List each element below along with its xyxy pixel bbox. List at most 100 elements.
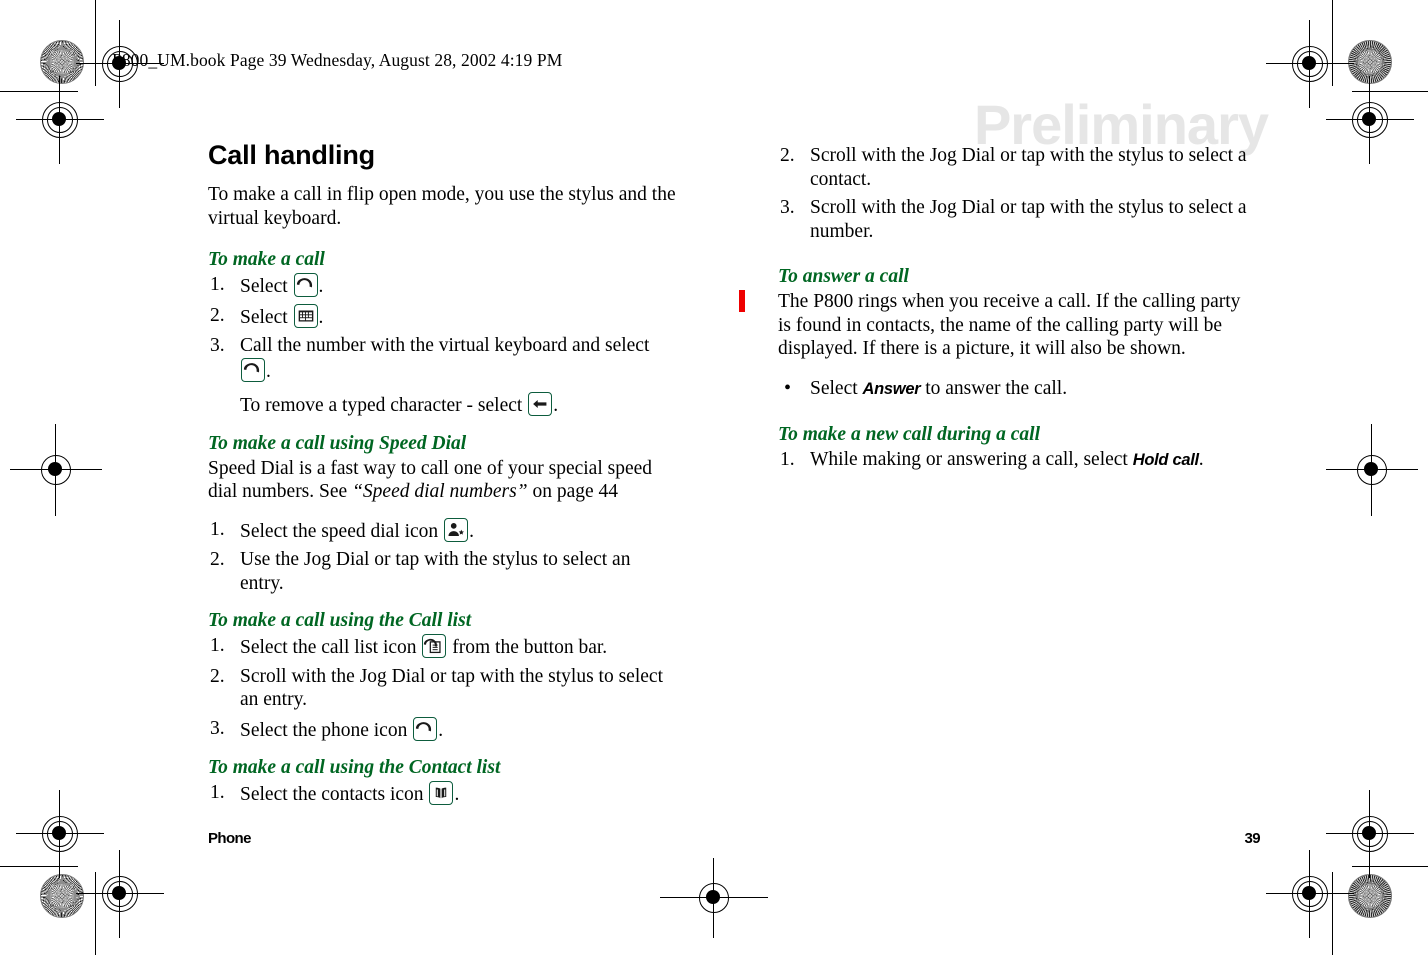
- list-item: 1. Select the contacts icon .: [208, 781, 678, 807]
- call-list-icon[interactable]: [422, 634, 447, 658]
- steps-contact-list: 1. Select the contacts icon .: [208, 781, 678, 807]
- intro-paragraph: To make a call in flip open mode, you us…: [208, 184, 676, 229]
- registration-target-bottom-right-outer: [1326, 790, 1414, 878]
- crop-line-top-left-horizontal: [0, 91, 78, 93]
- step-text-tail: .: [1198, 449, 1204, 470]
- step-text: Scroll with the Jog Dial or tap with the…: [240, 665, 663, 711]
- step-number: 1.: [780, 449, 795, 470]
- subheading-to-make-a-call: To make a call: [208, 249, 325, 270]
- list-item: 2. Use the Jog Dial or tap with the stylu…: [208, 548, 678, 595]
- steps-call-list: 1. Select the call list icon from the but…: [208, 634, 678, 742]
- right-text-column: 2. Scroll with the Jog Dial or tap with t…: [778, 140, 1258, 481]
- bullet-text-tail: to answer the call.: [920, 377, 1068, 399]
- subheading-speed-dial: To make a call using Speed Dial: [208, 432, 467, 454]
- step-text: Call the number with the virtual keyboar…: [240, 335, 650, 356]
- step-number: 2.: [210, 665, 225, 687]
- bullet-text: Select: [810, 377, 863, 399]
- list-item: 3. Scroll with the Jog Dial or tap with t…: [778, 196, 1258, 243]
- subheading-contact-list: To make a call using the Contact list: [208, 757, 501, 778]
- crop-line-bottom-left-horizontal: [0, 866, 78, 868]
- document-page: P800_UM.book Page 39 Wednesday, August 2…: [0, 0, 1428, 955]
- list-item: 3. Select the phone icon .: [208, 716, 678, 743]
- step-number: 1.: [210, 782, 225, 803]
- step-text: Select: [240, 276, 293, 297]
- step-text: Select the contacts icon: [240, 784, 429, 805]
- footer-page-number: 39: [1244, 830, 1261, 847]
- bullets-answer-a-call: • Select Answer to answer the call.: [778, 377, 1258, 402]
- registration-target-left-middle: [10, 424, 102, 516]
- step-text: While making or answering a call, select: [810, 449, 1133, 470]
- revision-change-bar: [739, 290, 745, 312]
- list-item: 2. Scroll with the Jog Dial or tap with t…: [778, 144, 1258, 191]
- list-item: 1. Select the speed dial icon .: [208, 517, 678, 544]
- crop-line-bottom-left-vertical: [95, 872, 97, 955]
- contacts-book-icon[interactable]: [429, 781, 454, 805]
- step-text: Scroll with the Jog Dial or tap with the…: [810, 197, 1247, 242]
- step-text: Select the call list icon: [240, 637, 422, 658]
- step-number: 1.: [210, 274, 225, 295]
- list-item: 2. Select .: [208, 303, 678, 330]
- list-item: • Select Answer to answer the call.: [778, 377, 1258, 402]
- crop-line-top-right-vertical: [1332, 0, 1334, 86]
- crop-line-top-left-vertical: [95, 0, 97, 86]
- registration-starburst-bottom-left: [40, 874, 84, 918]
- steps-new-call-during-call: 1. While making or answering a call, sele…: [778, 448, 1258, 473]
- registration-target-bottom-center: [660, 858, 768, 938]
- steps-speed-dial: 1. Select the speed dial icon . 2. Use the…: [208, 517, 678, 596]
- phone-handset-icon[interactable]: [241, 357, 265, 382]
- crop-line-top-right-horizontal: [1352, 91, 1428, 93]
- speed-dial-paragraph: Speed Dial is a fast way to call one of …: [208, 457, 678, 504]
- list-item: 2. Scroll with the Jog Dial or tap with t…: [208, 665, 678, 712]
- list-item: 1. Select the call list icon from the but…: [208, 634, 678, 660]
- crop-line-bottom-right-vertical: [1332, 872, 1334, 955]
- registration-starburst-top-left: [40, 40, 84, 84]
- subheading-new-call-during-call: To make a new call during a call: [778, 424, 1041, 445]
- registration-starburst-bottom-right: [1348, 874, 1392, 918]
- step-text: Select the speed dial icon: [240, 520, 444, 542]
- ui-label-hold-call[interactable]: Hold call: [1133, 451, 1199, 469]
- note-text: To remove a typed character - select: [240, 395, 528, 416]
- print-slug-line: P800_UM.book Page 39 Wednesday, August 2…: [112, 50, 563, 70]
- registration-target-top-right: [1266, 20, 1354, 108]
- paragraph-post: on page 44: [527, 481, 618, 502]
- step-text: Use the Jog Dial or tap with the stylus …: [240, 549, 631, 594]
- list-item: 1. Select .: [208, 273, 678, 299]
- answer-call-paragraph: The P800 rings when you receive a call. …: [778, 291, 1241, 359]
- step-number: 1.: [210, 635, 225, 656]
- step-number: 3.: [210, 717, 225, 739]
- virtual-keyboard-icon[interactable]: [293, 303, 318, 328]
- footer-chapter-name: Phone: [208, 830, 251, 847]
- step-number: 2.: [210, 549, 225, 570]
- step-text-tail: .: [318, 306, 324, 328]
- crop-line-bottom-right-horizontal: [1352, 866, 1428, 868]
- step-text: Scroll with the Jog Dial or tap with the…: [810, 145, 1247, 190]
- speed-dial-icon[interactable]: [444, 517, 469, 542]
- step-text: Select: [240, 306, 293, 328]
- registration-target-top-right-outer: [1326, 76, 1414, 164]
- subheading-answer-a-call: To answer a call: [778, 266, 909, 287]
- page-title: Call handling: [208, 140, 375, 170]
- registration-target-bottom-left: [76, 850, 164, 938]
- step-text-tail: .: [318, 276, 324, 297]
- step-number: 2.: [780, 145, 795, 166]
- note-text-tail: .: [553, 395, 559, 416]
- step-number: 1.: [210, 518, 225, 540]
- phone-handset-icon[interactable]: [293, 273, 318, 297]
- registration-target-right-middle: [1326, 424, 1418, 516]
- subheading-call-list: To make a call using the Call list: [208, 610, 472, 631]
- remove-character-note: To remove a typed character - select .: [208, 392, 678, 418]
- step-number: 3.: [210, 335, 225, 356]
- registration-target-bottom-left-outer: [16, 790, 104, 878]
- step-number: 3.: [780, 197, 795, 218]
- steps-contact-list-continued: 2. Scroll with the Jog Dial or tap with t…: [778, 144, 1258, 243]
- list-item: 3. Call the number with the virtual keybo…: [208, 334, 678, 383]
- registration-target-bottom-right: [1266, 850, 1354, 938]
- step-text-tail: from the button bar.: [447, 637, 608, 658]
- backspace-arrow-icon[interactable]: [528, 392, 553, 416]
- phone-handset-icon[interactable]: [413, 716, 438, 741]
- step-text-tail: .: [469, 520, 474, 542]
- ui-label-answer[interactable]: Answer: [863, 380, 921, 398]
- bullet-marker: •: [784, 376, 792, 399]
- registration-starburst-top-right: [1348, 40, 1392, 84]
- step-text: Select the phone icon: [240, 719, 413, 741]
